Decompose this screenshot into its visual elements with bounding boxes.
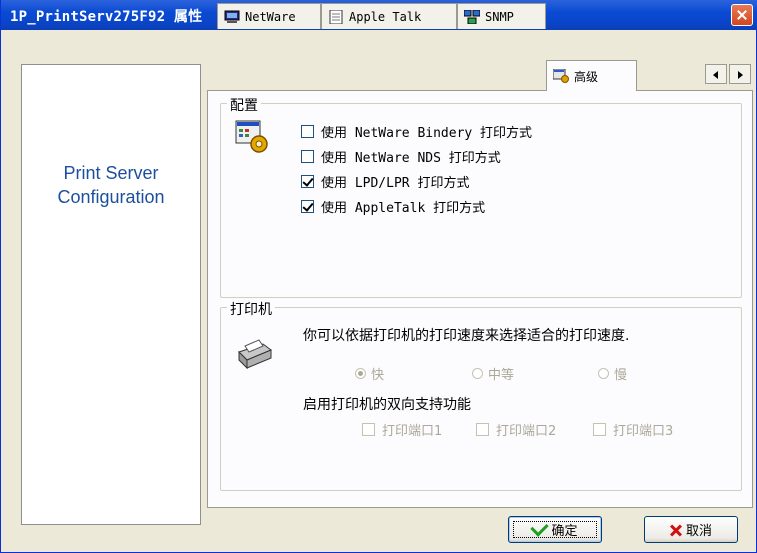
tab-scroll-right-button[interactable] <box>729 64 751 84</box>
radio-speed-fast[interactable]: 快 <box>355 364 384 383</box>
close-button[interactable] <box>731 4 753 26</box>
config-group-label: 配置 <box>227 95 261 115</box>
checkbox-port-1[interactable] <box>362 423 375 436</box>
option-label: 打印端口3 <box>613 424 674 439</box>
printer-group: 打印机 你可以依据打印机的打印速度来选择适合的打印速度. 快 中等 慢 启用打印… <box>220 299 742 491</box>
printer-group-label: 打印机 <box>227 299 275 319</box>
tab-advanced[interactable]: 高级 <box>546 60 637 91</box>
network-icon <box>463 9 481 24</box>
focus-ring <box>513 521 597 538</box>
tab-label: SNMP <box>485 9 514 24</box>
cancel-button-label: 取消 <box>685 524 712 539</box>
sidebar-panel: Print Server Configuration <box>21 64 201 525</box>
option-label: 使用 LPD/LPR 打印方式 <box>321 176 470 191</box>
option-port-1[interactable]: 打印端口1 <box>362 420 442 439</box>
checkbox-appletalk[interactable] <box>301 200 314 213</box>
option-label: 使用 NetWare NDS 打印方式 <box>321 151 501 166</box>
document-icon <box>328 9 344 24</box>
option-label: 打印端口1 <box>382 424 443 439</box>
checkbox-netware-nds[interactable] <box>301 150 314 163</box>
radio-speed-medium[interactable]: 中等 <box>472 364 514 383</box>
option-lpd-lpr[interactable]: 使用 LPD/LPR 打印方式 <box>301 172 469 191</box>
radio-label: 中等 <box>488 368 515 383</box>
option-port-2[interactable]: 打印端口2 <box>476 420 556 439</box>
option-netware-nds[interactable]: 使用 NetWare NDS 打印方式 <box>301 147 501 166</box>
tab-snmp[interactable]: SNMP <box>457 3 546 29</box>
tab-apple-talk[interactable]: Apple Talk <box>321 3 457 29</box>
tab-netware[interactable]: NetWare <box>217 3 321 29</box>
computer-icon <box>224 10 240 24</box>
config-group: 配置 使用 NetWare Bindery 打印方式 使用 NetWare ND… <box>220 95 742 298</box>
option-label: 打印端口2 <box>496 424 557 439</box>
tab-panel-advanced: 配置 使用 NetWare Bindery 打印方式 使用 NetWare ND… <box>207 90 753 508</box>
bidirectional-support-label: 启用打印机的双向支持功能 <box>303 397 471 413</box>
checkbox-netware-bindery[interactable] <box>301 125 314 138</box>
tab-label: 高级 <box>574 69 599 84</box>
option-port-3[interactable]: 打印端口3 <box>593 420 673 439</box>
brand-text: Print Server Configuration <box>22 161 200 209</box>
advanced-settings-icon <box>552 68 569 83</box>
tab-label: NetWare <box>245 9 296 24</box>
brand-line-1: Print Server <box>63 163 159 183</box>
ok-button[interactable]: 确定 <box>508 516 602 543</box>
window-title: 1P_PrintServ275F92 属性 <box>10 9 203 25</box>
checkbox-port-2[interactable] <box>476 423 489 436</box>
tab-scroll-left-button[interactable] <box>705 64 727 84</box>
radio-button[interactable] <box>598 368 609 379</box>
radio-label: 快 <box>371 368 385 383</box>
option-label: 使用 NetWare Bindery 打印方式 <box>321 126 533 141</box>
radio-speed-slow[interactable]: 慢 <box>598 364 627 383</box>
checkbox-port-3[interactable] <box>593 423 606 436</box>
brand-line-2: Configuration <box>57 187 165 207</box>
tab-scroll-arrows <box>705 64 751 84</box>
speed-prompt-text: 你可以依据打印机的打印速度来选择适合的打印速度. <box>303 328 630 344</box>
cancel-button[interactable]: 取消 <box>644 516 738 543</box>
properties-dialog: 1P_PrintServ275F92 属性 Print Server Confi… <box>0 0 757 553</box>
checkbox-lpd-lpr[interactable] <box>301 175 314 188</box>
radio-label: 慢 <box>614 368 628 383</box>
option-netware-bindery[interactable]: 使用 NetWare Bindery 打印方式 <box>301 122 532 141</box>
radio-button[interactable] <box>472 368 483 379</box>
option-appletalk[interactable]: 使用 AppleTalk 打印方式 <box>301 197 485 216</box>
radio-button[interactable] <box>355 368 366 379</box>
cancel-x-icon <box>670 524 682 536</box>
printer-icon <box>233 336 273 374</box>
config-settings-icon <box>235 120 269 158</box>
option-label: 使用 AppleTalk 打印方式 <box>321 201 486 216</box>
tab-label: Apple Talk <box>349 9 422 24</box>
